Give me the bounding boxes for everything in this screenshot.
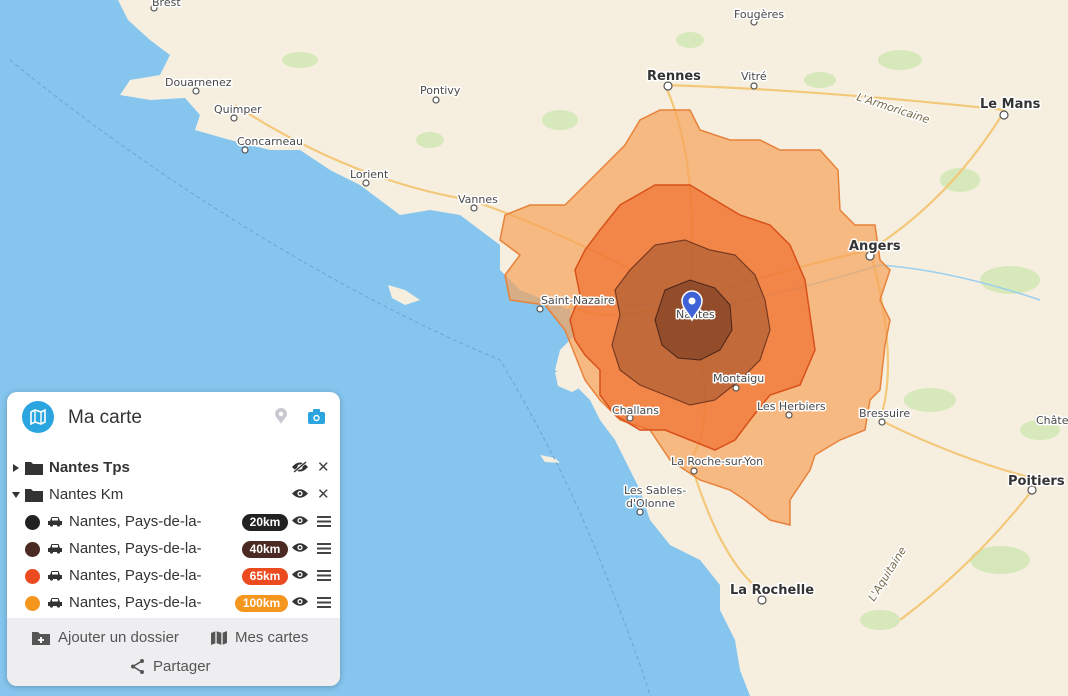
layer-row[interactable]: Nantes, Pays-de-la- 65km [7, 562, 340, 589]
menu-icon[interactable] [317, 597, 331, 608]
car-icon [48, 544, 62, 554]
add-folder-icon [32, 631, 50, 645]
add-folder-button[interactable]: Ajouter un dossier [32, 629, 179, 646]
close-icon[interactable]: ✕ [317, 460, 330, 475]
distance-badge: 40km [242, 541, 288, 558]
add-folder-label[interactable]: Ajouter un dossier [58, 629, 179, 646]
folder-icon [25, 489, 43, 502]
folder-row-nantes-tps[interactable]: Nantes Tps ✕ [7, 454, 340, 481]
folder-icon [25, 462, 43, 475]
city-label: Vannes [458, 193, 498, 206]
city-label: Poitiers [1008, 474, 1065, 489]
layer-row[interactable]: Nantes, Pays-de-la- 40km [7, 535, 340, 562]
distance-badge: 65km [242, 568, 288, 585]
city-label: Les Sables- [624, 484, 686, 497]
distance-badge: 20km [242, 514, 288, 531]
my-maps-button[interactable]: Mes cartes [211, 629, 308, 646]
layer-row[interactable]: Nantes, Pays-de-la- 100km [7, 589, 340, 616]
city-label: Angers [849, 239, 901, 254]
car-icon [48, 571, 62, 581]
layer-label[interactable]: Nantes, Pays-de-la- [69, 513, 202, 530]
my-maps-label[interactable]: Mes cartes [235, 629, 308, 646]
layer-label[interactable]: Nantes, Pays-de-la- [69, 594, 202, 611]
layer-color-dot[interactable] [25, 542, 40, 557]
menu-icon[interactable] [317, 516, 331, 527]
folder-row-nantes-km[interactable]: Nantes Km ✕ [7, 481, 340, 508]
city-label: Vitré [741, 70, 767, 83]
map-icon [211, 630, 227, 645]
layer-label[interactable]: Nantes, Pays-de-la- [69, 567, 202, 584]
city-label: Quimper [214, 103, 262, 116]
city-label: Fougères [734, 8, 784, 21]
layer-color-dot[interactable] [25, 596, 40, 611]
panel-title: Ma carte [68, 407, 142, 428]
city-label: Concarneau [237, 135, 303, 148]
panel-header: Ma carte [7, 392, 340, 444]
city-label: Rennes [647, 69, 701, 84]
panel-footer: Ajouter un dossier Mes cartes Partager [7, 618, 340, 686]
distance-badge: 100km [235, 595, 288, 612]
city-label: d'Olonne [626, 497, 675, 510]
map-pin-icon[interactable] [275, 408, 287, 424]
car-icon [48, 517, 62, 527]
layer-row[interactable]: Nantes, Pays-de-la- 20km [7, 508, 340, 535]
eye-icon[interactable] [292, 596, 308, 607]
chevron-down-icon[interactable] [12, 492, 20, 498]
menu-icon[interactable] [317, 570, 331, 581]
map-app-icon [22, 401, 54, 433]
city-label: Le Mans [980, 97, 1041, 112]
eye-icon[interactable] [292, 542, 308, 553]
layer-color-dot[interactable] [25, 569, 40, 584]
share-icon [131, 659, 144, 674]
camera-icon[interactable] [308, 409, 325, 424]
close-icon[interactable]: ✕ [317, 487, 330, 502]
city-label: Pontivy [420, 84, 461, 97]
layer-label[interactable]: Nantes, Pays-de-la- [69, 540, 202, 557]
menu-icon[interactable] [317, 543, 331, 554]
city-label: Lorient [350, 168, 389, 181]
city-label: Montaigu [713, 372, 764, 385]
chevron-right-icon[interactable] [13, 464, 19, 472]
share-label[interactable]: Partager [153, 658, 211, 675]
eye-icon[interactable] [292, 569, 308, 580]
eye-icon[interactable] [292, 488, 308, 499]
city-label: Challans [612, 404, 659, 417]
city-label: Les Herbiers [757, 400, 826, 413]
city-label: La Rochelle [730, 583, 814, 598]
city-label: Brest [152, 0, 181, 9]
my-map-panel: Ma carte Nantes Tps ✕ Nantes Km ✕ Nantes… [7, 392, 340, 686]
city-label: Bressuire [859, 407, 910, 420]
city-label: Douarnenez [165, 76, 232, 89]
folder-label[interactable]: Nantes Km [49, 486, 123, 503]
city-label: Saint-Nazaire [541, 294, 615, 307]
folder-label[interactable]: Nantes Tps [49, 459, 130, 476]
layer-color-dot[interactable] [25, 515, 40, 530]
city-label: Châte [1036, 414, 1068, 427]
eye-off-icon[interactable] [292, 461, 308, 473]
eye-icon[interactable] [292, 515, 308, 526]
share-button[interactable]: Partager [130, 658, 211, 675]
city-label: La Roche-sur-Yon [671, 455, 763, 468]
car-icon [48, 598, 62, 608]
